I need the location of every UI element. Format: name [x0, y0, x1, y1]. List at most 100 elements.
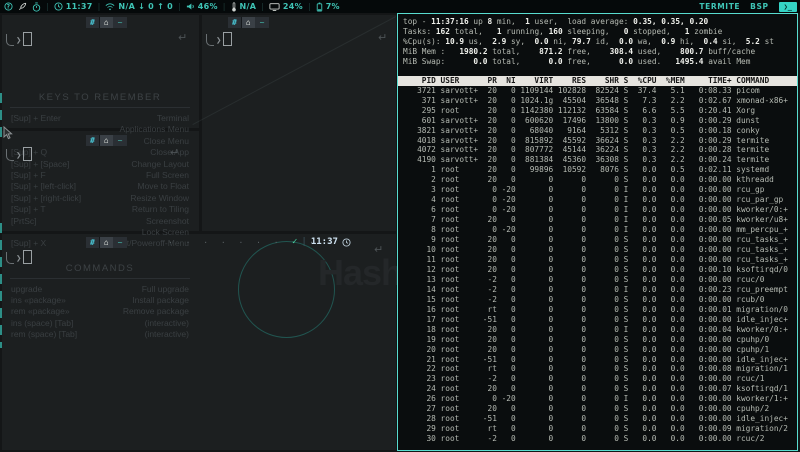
prompt-clock-widget: ✓ | 11:37 — [292, 237, 351, 247]
return-indicator-icon: ↵ — [178, 31, 187, 44]
divider — [10, 278, 190, 279]
help-module[interactable]: ? — [4, 2, 13, 11]
process-table-header: PID USER PR NI VIRT RES SHR S %CPU %MEM … — [398, 76, 797, 86]
separator: | — [46, 2, 49, 11]
prompt-curve — [6, 149, 14, 161]
home-icon: ⌂ — [104, 136, 109, 145]
clock-module: 11:37 — [54, 2, 93, 11]
command-row: ins «package»Install package — [8, 295, 192, 306]
keybinding-row: [Sup] + FFull Screen — [8, 170, 192, 181]
prompt-curve — [206, 34, 214, 46]
left-tiling-region: Hash KEYS TO REMEMBER [Sup] + EnterTermi… — [0, 13, 397, 452]
thermometer-icon — [231, 2, 237, 12]
prompt-time: 11:37 — [311, 237, 338, 247]
brightness-module[interactable]: 24% — [269, 2, 303, 11]
battery-module: 7% — [316, 2, 340, 12]
network-module: N/A ↓ 0 ↑ 0 — [105, 2, 173, 11]
network-down: ↓ 0 — [138, 2, 154, 11]
prompt-segment: # ⌂ ~ — [86, 237, 127, 248]
command-row: rem «package»Remove package — [8, 306, 192, 317]
command-row: rem (space) [Tab](interactive) — [8, 329, 192, 340]
clock-icon — [342, 238, 351, 247]
process-table: 3721 sarvott+ 20 0 1109144 102828 82524 … — [398, 86, 797, 444]
return-indicator-icon: ↵ — [378, 31, 387, 44]
prompt-path: ~ — [113, 238, 128, 247]
prompt-hash: # — [86, 238, 99, 247]
cheatsheet-title: KEYS TO REMEMBER — [8, 92, 192, 103]
keybinding-row: [Sup] + TReturn to Tiling — [8, 204, 192, 215]
prompt-hash: # — [86, 18, 99, 27]
home-icon: ⌂ — [104, 238, 109, 247]
terminal-pane-top-right[interactable] — [202, 15, 396, 231]
keybinding-row: [Sup] + [left-click]Move to Float — [8, 181, 192, 192]
terminal-prompt-icon: ❯_ — [784, 3, 792, 11]
prompt-chevron: ❯ — [16, 255, 21, 264]
home-icon: ⌂ — [104, 18, 109, 27]
separator: | — [98, 2, 101, 11]
prompt-hash: # — [228, 18, 241, 27]
prompt-segment: # ⌂ ~ — [86, 17, 127, 28]
separator: | — [301, 237, 306, 247]
desktop-area: Hash KEYS TO REMEMBER [Sup] + EnterTermi… — [0, 13, 800, 452]
top-terminal-window[interactable]: top - 11:37:16 up 8 min, 1 user, load av… — [397, 13, 798, 451]
prompt-curve — [6, 34, 14, 46]
display-icon — [269, 3, 280, 11]
workspace-bsp[interactable]: BSP — [750, 2, 768, 11]
command-list: upgradeFull upgradeins «package»Install … — [8, 284, 192, 341]
keybinding-row: [Sup] + QClose App — [8, 147, 192, 158]
volume-value: 46% — [198, 2, 218, 11]
speaker-icon — [186, 2, 195, 11]
terminal-cursor — [223, 32, 232, 46]
prompt-path: ~ — [113, 136, 128, 145]
network-status: N/A — [118, 2, 135, 11]
workspace-termite[interactable]: TERMITE — [699, 2, 740, 11]
prompt-path: ~ — [113, 18, 128, 27]
network-up: ↑ 0 — [157, 2, 173, 11]
clock-icon — [54, 2, 63, 11]
prompt-chevron: ❯ — [16, 37, 21, 46]
temperature-value: N/A — [240, 2, 257, 11]
status-check-icon: ✓ — [292, 237, 297, 247]
active-workspace-button[interactable]: ❯_ — [779, 2, 797, 12]
terminal-cursor — [23, 32, 32, 46]
rocket-icon — [18, 2, 27, 11]
battery-value: 7% — [326, 2, 340, 11]
temperature-module: N/A — [231, 2, 257, 12]
separator: | — [261, 2, 264, 11]
desktop-screen: ? | 11:37 | N/A ↓ 0 ↑ 0 | 4 — [0, 0, 800, 452]
stopwatch-icon — [32, 2, 41, 12]
prompt-line: ❯ — [6, 250, 32, 264]
terminal-cursor — [23, 147, 32, 161]
conky-cheatsheet: KEYS TO REMEMBER [Sup] + EnterTerminalAp… — [8, 92, 192, 341]
command-row: upgradeFull upgrade — [8, 284, 192, 295]
prompt-hash: # — [86, 136, 99, 145]
keybinding-list: [Sup] + EnterTerminalApplications MenuCl… — [8, 113, 192, 250]
separator: | — [178, 2, 181, 11]
wifi-icon — [105, 2, 115, 11]
help-circle-icon: ? — [4, 2, 13, 11]
volume-module[interactable]: 46% — [186, 2, 218, 11]
prompt-path: ~ — [255, 18, 270, 27]
launcher-module[interactable] — [18, 2, 27, 11]
prompt-line: ❯ — [6, 32, 32, 46]
prompt-chevron: ❯ — [16, 152, 21, 161]
keybinding-row: [Sup] + [Space]Change Layout — [8, 159, 192, 170]
battery-icon — [316, 2, 323, 12]
keybinding-row: [PrtSc]Screenshot — [8, 216, 192, 227]
status-bar: ? | 11:37 | N/A ↓ 0 ↑ 0 | 4 — [0, 0, 800, 13]
return-indicator-icon: ↵ — [374, 243, 383, 256]
top-summary: top - 11:37:16 up 8 min, 1 user, load av… — [398, 14, 797, 67]
brightness-value: 24% — [283, 2, 303, 11]
keybinding-row: [Sup] + [right-click]Resize Window — [8, 193, 192, 204]
separator: | — [223, 2, 226, 11]
divider — [10, 107, 190, 108]
timer-module[interactable] — [32, 2, 41, 12]
prompt-segment: # ⌂ ~ — [86, 135, 127, 146]
keybinding-row: [Sup] + EnterTerminal — [8, 113, 192, 124]
prompt-line: ❯ — [6, 147, 32, 161]
mouse-cursor — [3, 126, 13, 140]
separator: | — [308, 2, 311, 11]
terminal-cursor — [23, 250, 32, 264]
svg-text:?: ? — [7, 5, 11, 11]
prompt-segment: #⌂~ — [228, 17, 269, 28]
